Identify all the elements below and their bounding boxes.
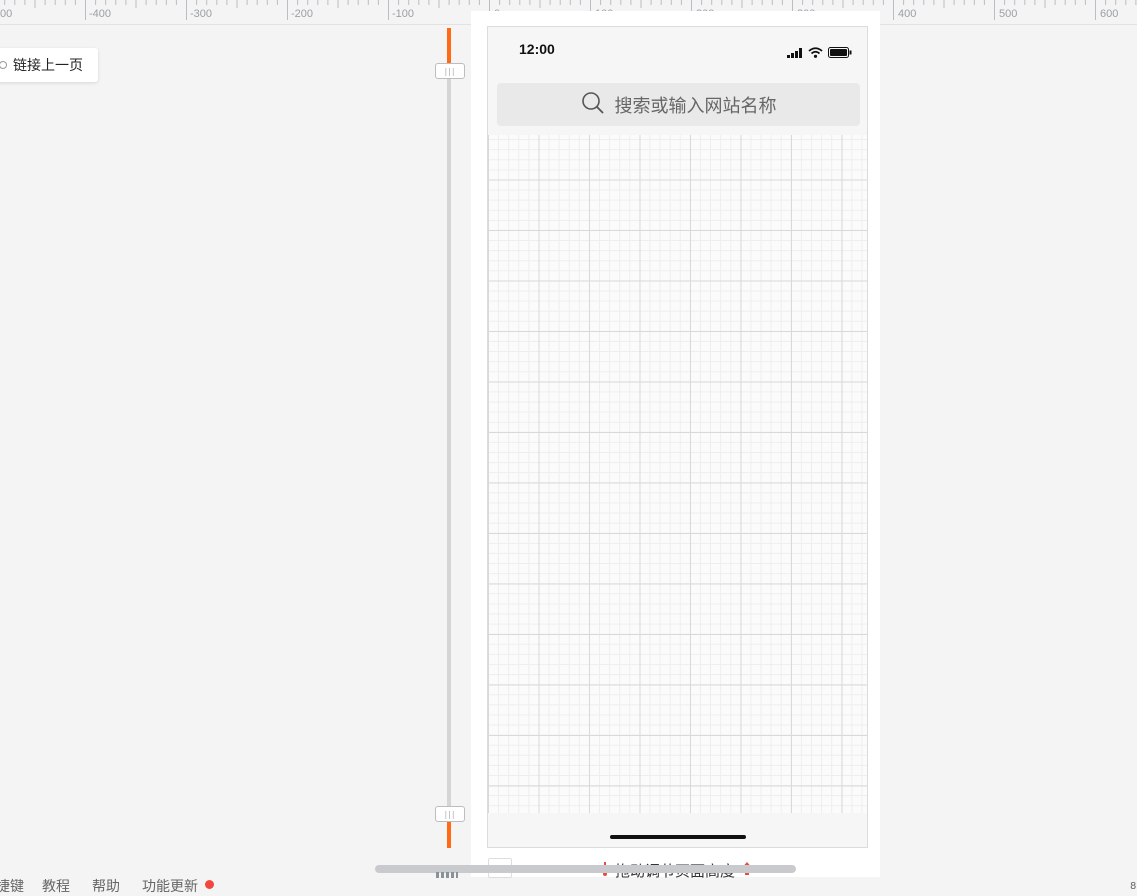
ruler-label: 500 (999, 8, 1018, 20)
bottom-height-handle[interactable]: ||| (435, 806, 465, 822)
top-height-handle[interactable]: ||| (435, 63, 465, 79)
link-previous-page-label: 链接上一页 (13, 58, 83, 74)
page-height-track-bottom (447, 822, 451, 848)
ruler-label: 00 (0, 8, 13, 20)
battery-icon (828, 43, 852, 62)
bottom-toolbar: 捷键 教程 帮助 功能更新 8 (0, 878, 1137, 896)
phone-frame[interactable]: 12:00 搜索或输入网站名称 (487, 26, 868, 848)
search-placeholder: 搜索或输入网站名称 (614, 95, 777, 117)
update-badge (205, 880, 214, 889)
ruler-label: -100 (392, 8, 415, 20)
wifi-icon (808, 43, 823, 62)
link-dot-icon (0, 61, 7, 69)
page-height-track[interactable] (447, 28, 451, 848)
layout-grid (488, 135, 867, 813)
shortcut-link[interactable]: 捷键 (0, 878, 24, 896)
signal-icon (787, 43, 803, 62)
ruler-label: -300 (190, 8, 213, 20)
link-previous-page-button[interactable]: 链接上一页 (0, 48, 98, 82)
search-icon (581, 91, 605, 119)
feature-update-link[interactable]: 功能更新 (142, 878, 198, 896)
ruler-label: 600 (1100, 8, 1119, 20)
ruler-label: -400 (89, 8, 112, 20)
ruler-label: -200 (291, 8, 314, 20)
help-link[interactable]: 帮助 (92, 878, 120, 896)
zoom-indicator: 8 (1130, 881, 1137, 892)
tutorial-link[interactable]: 教程 (42, 878, 70, 896)
home-indicator (610, 835, 746, 839)
ruler-label: 400 (898, 8, 917, 20)
page-height-track-top (447, 28, 451, 64)
status-bar: 12:00 (488, 27, 867, 71)
status-icons (787, 43, 852, 62)
status-time: 12:00 (519, 41, 555, 57)
search-input[interactable]: 搜索或输入网站名称 (497, 83, 860, 126)
